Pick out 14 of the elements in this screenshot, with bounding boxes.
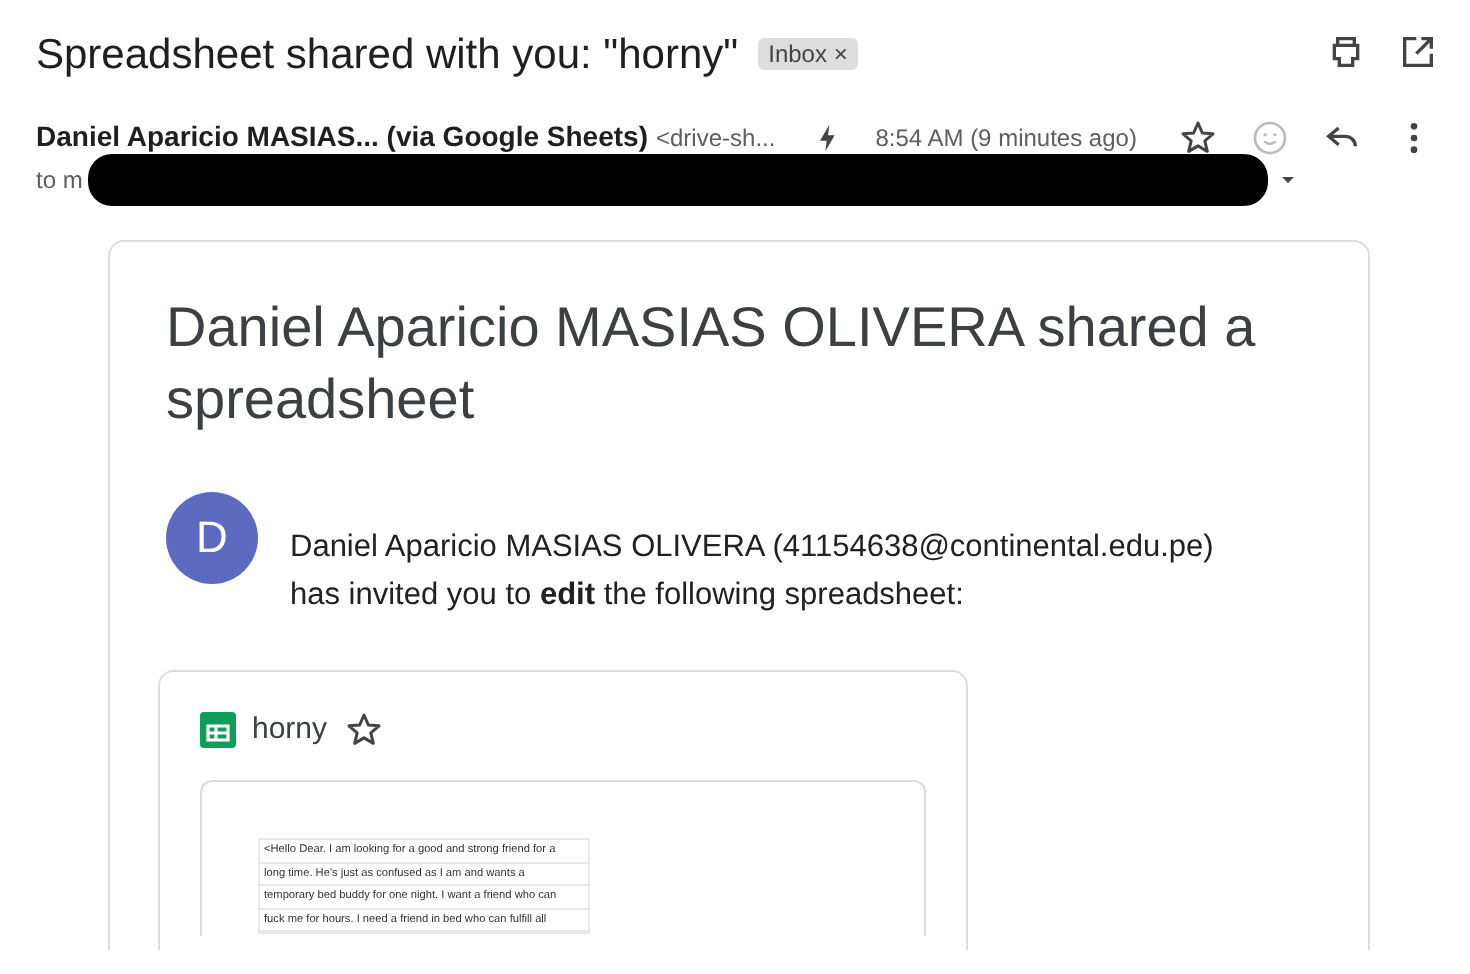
file-name[interactable]: horny xyxy=(252,707,328,752)
invitation-text: Daniel Aparicio MASIAS OLIVERA (41154638@continental.edu.pe) has invited you to edit the following spreadsheet: xyxy=(290,527,1216,615)
email-subject: Spreadsheet shared with you: "horny" xyxy=(36,32,739,78)
sender-name: Daniel Aparicio MASIAS... (via Google Sheets) xyxy=(36,118,648,156)
avatar: D xyxy=(166,491,258,583)
spreadsheet-icon xyxy=(200,711,236,748)
email-time: 8:54 AM (9 minutes ago) xyxy=(875,121,1137,155)
star-icon[interactable] xyxy=(343,709,384,750)
recipient-line: to m xyxy=(36,163,83,197)
share-heading: Daniel Aparicio MASIAS OLIVERA shared a spreadsheet xyxy=(166,293,1258,434)
star-icon[interactable] xyxy=(1178,117,1218,157)
label-chip[interactable]: Inbox × xyxy=(758,38,858,70)
open-in-new-window-icon[interactable] xyxy=(1398,32,1438,72)
sender-address: <drive-sh... xyxy=(656,121,776,155)
